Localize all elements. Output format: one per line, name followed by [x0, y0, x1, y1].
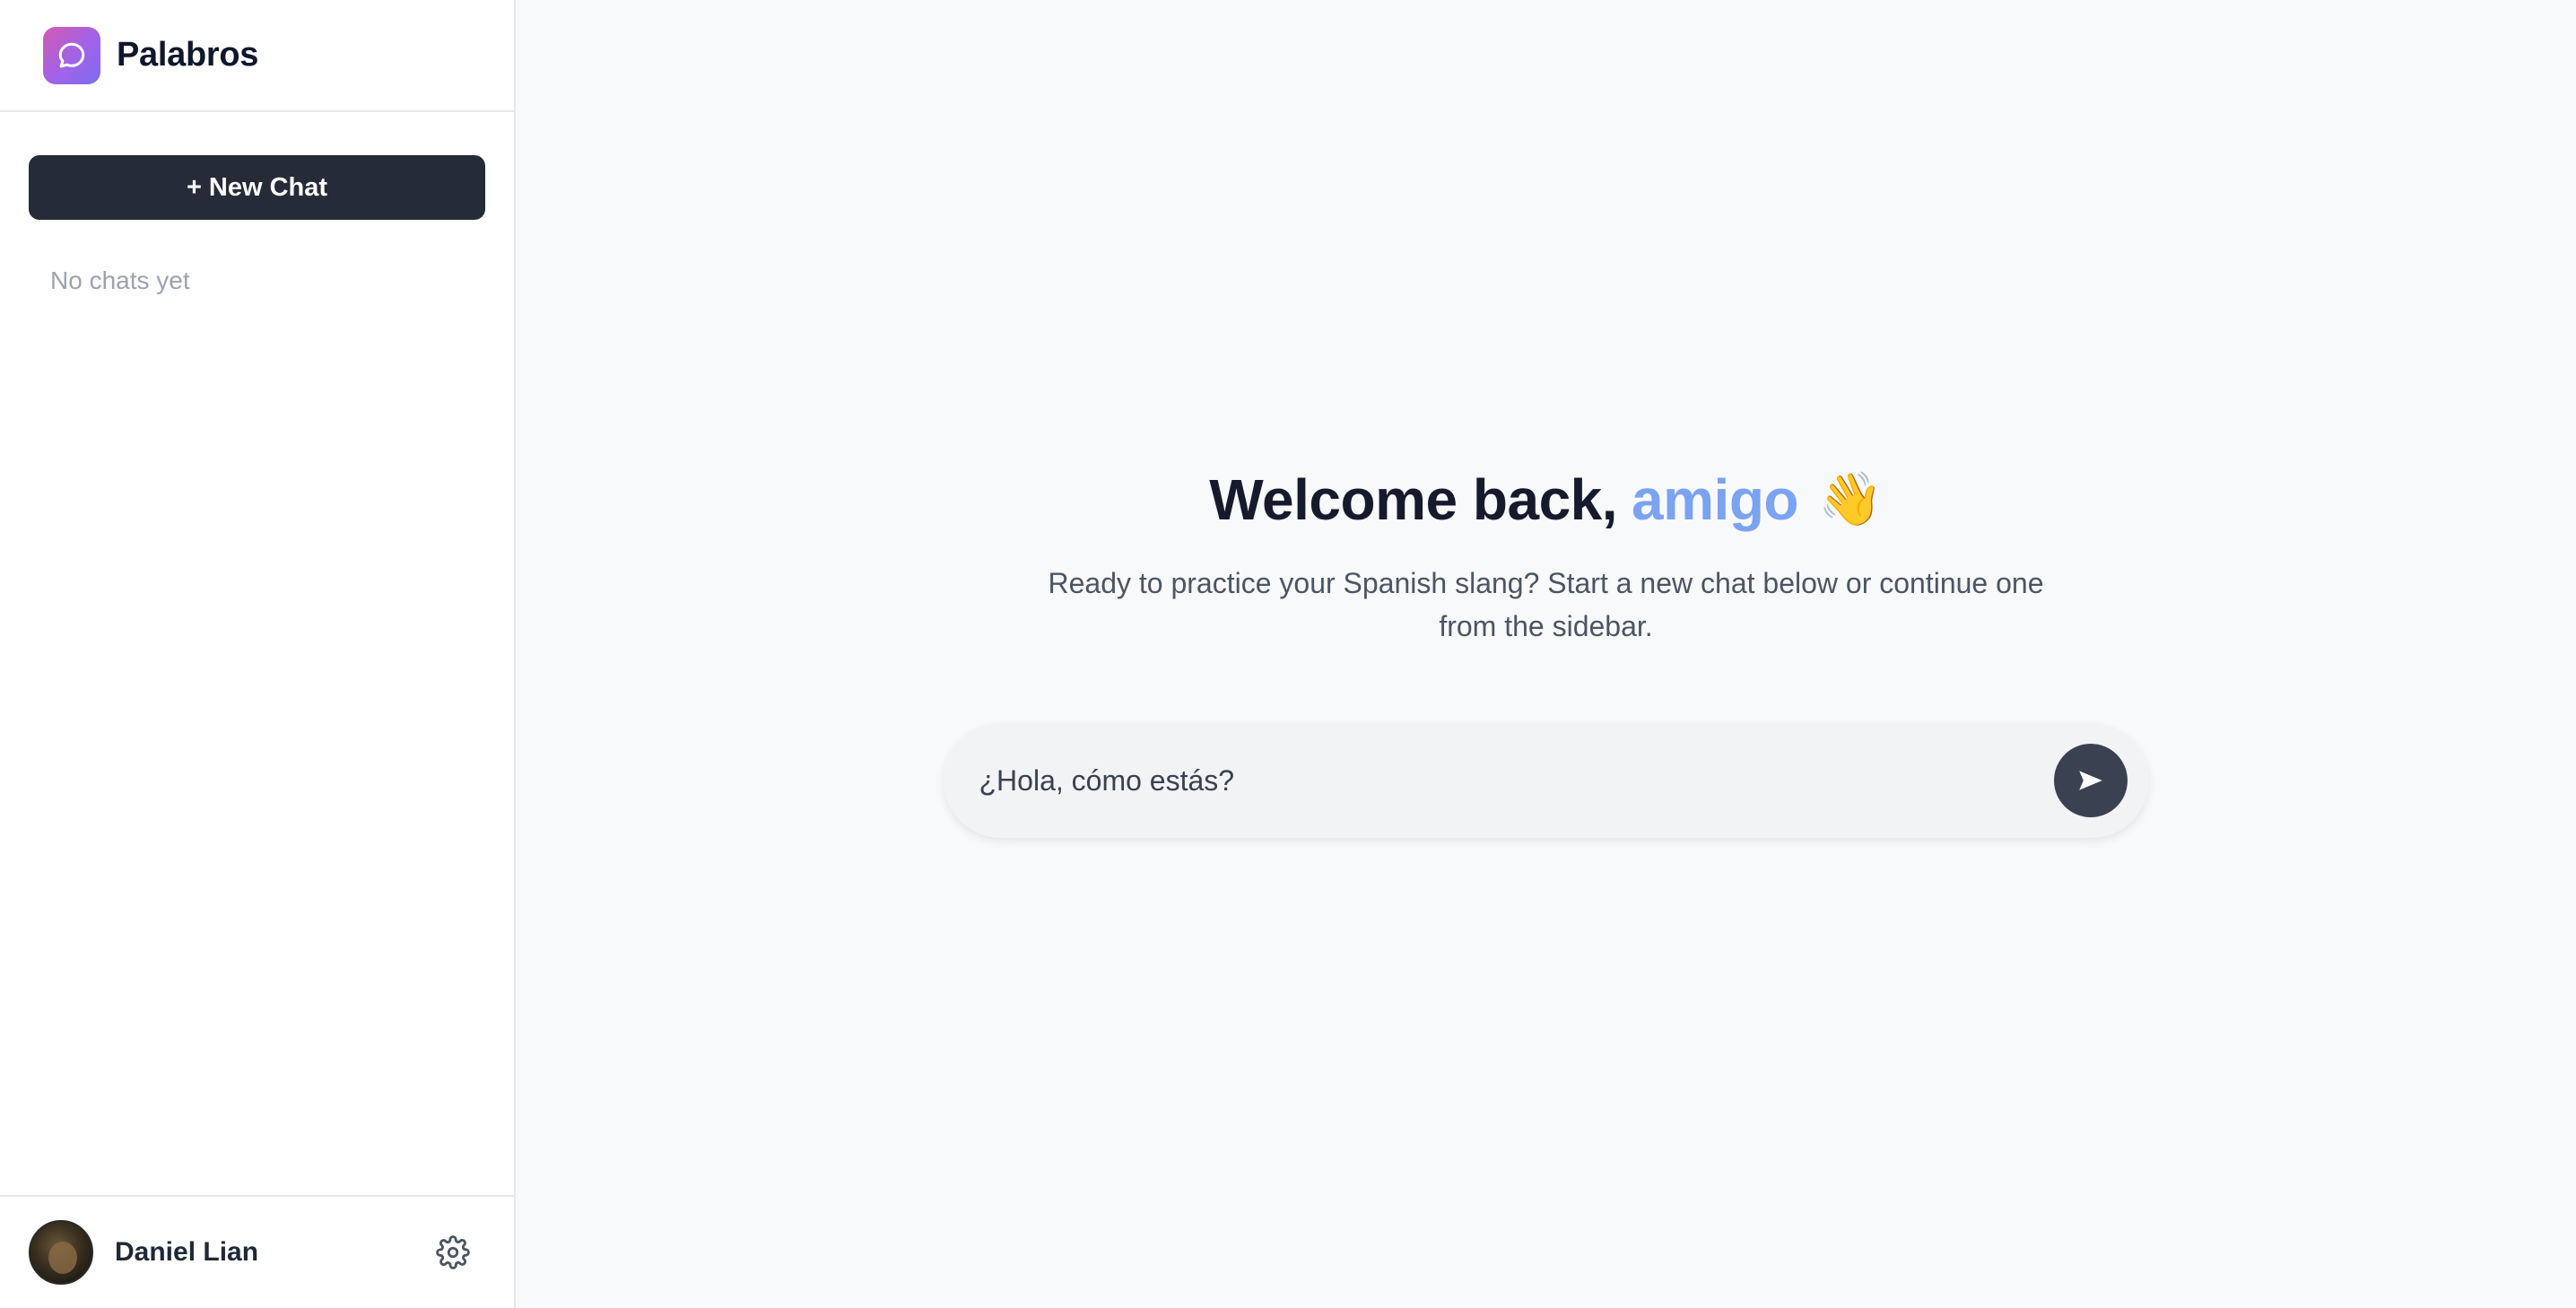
welcome-prefix: Welcome back, — [1209, 467, 1618, 532]
waving-hand-icon: 👋 — [1818, 470, 1883, 528]
user-profile-bar: Daniel Lian — [0, 1195, 514, 1308]
brand-header: Palabros — [0, 0, 514, 112]
send-arrow-icon — [2078, 771, 2102, 790]
welcome-section: Welcome back, amigo 👋 Ready to practice … — [516, 467, 2576, 838]
empty-chats-text: No chats yet — [50, 266, 190, 294]
app-root: Palabros + New Chat No chats yet Daniel … — [0, 0, 2576, 1308]
gear-icon[interactable] — [435, 1234, 471, 1270]
sidebar: Palabros + New Chat No chats yet Daniel … — [0, 0, 516, 1308]
main-content: Welcome back, amigo 👋 Ready to practice … — [516, 0, 2576, 1308]
user-name: Daniel Lian — [115, 1237, 259, 1267]
chat-bubble-icon — [43, 26, 100, 84]
welcome-accent: amigo — [1632, 467, 1798, 532]
brand-name: Palabros — [117, 36, 259, 74]
welcome-subtitle: Ready to practice your Spanish slang? St… — [1048, 567, 2044, 642]
send-button[interactable] — [2053, 744, 2128, 817]
new-chat-button[interactable]: + New Chat — [29, 155, 485, 220]
avatar[interactable] — [29, 1220, 93, 1285]
message-composer — [943, 723, 2149, 838]
welcome-heading: Welcome back, amigo 👋 — [1209, 467, 1883, 533]
message-input[interactable] — [979, 763, 2054, 798]
